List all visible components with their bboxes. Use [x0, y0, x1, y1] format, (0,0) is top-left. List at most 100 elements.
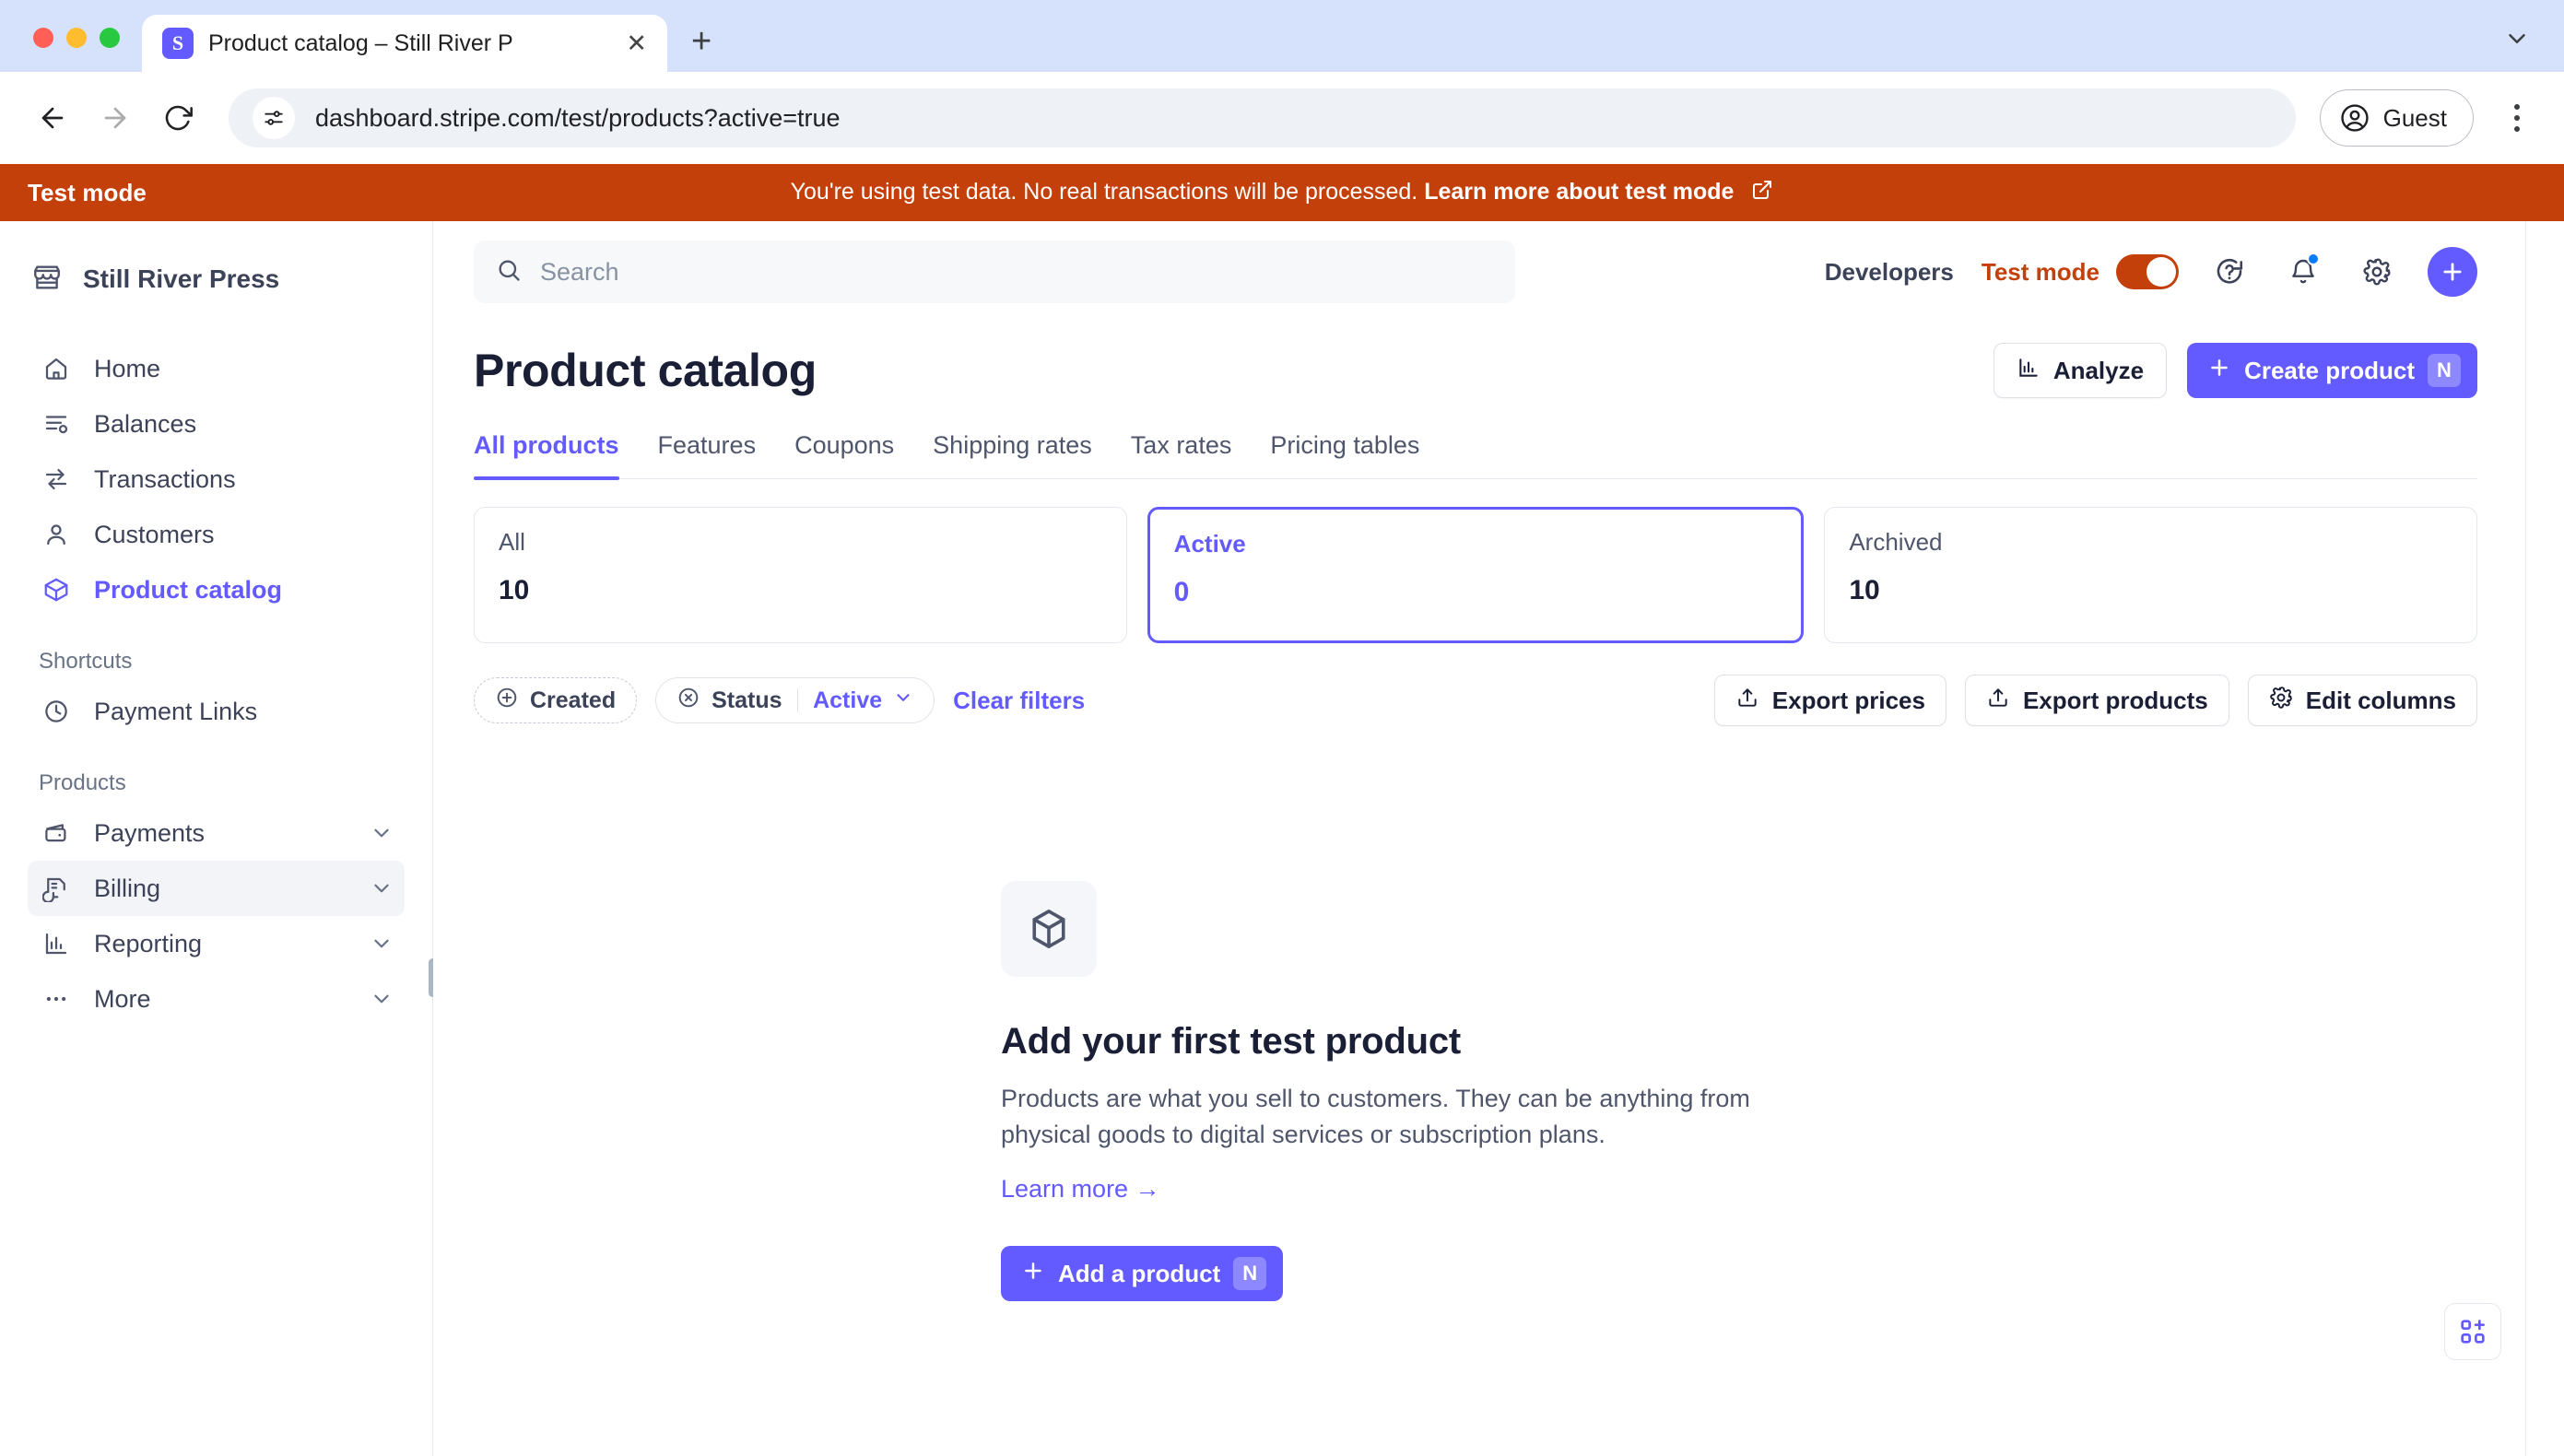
browser-tab-title: Product catalog – Still River P: [208, 29, 513, 56]
chevron-down-icon[interactable]: [893, 687, 913, 714]
balances-icon: [39, 410, 74, 438]
browser-menu-icon[interactable]: [2496, 104, 2538, 132]
chevron-down-icon[interactable]: [370, 932, 394, 956]
create-product-shortcut: N: [2428, 354, 2461, 387]
sidebar-item-product-catalog[interactable]: Product catalog: [28, 562, 405, 617]
chevron-down-icon[interactable]: [370, 821, 394, 845]
window-controls: [0, 28, 120, 72]
learn-more-link[interactable]: Learn more →: [1001, 1175, 1160, 1204]
external-link-icon[interactable]: [1751, 180, 1773, 206]
test-mode-learn-more-link[interactable]: Learn more about test mode: [1424, 179, 1734, 205]
reload-button[interactable]: [151, 91, 205, 145]
status-filter-cards: All 10 Active 0 Archived 10: [474, 507, 2478, 643]
filter-chip-created[interactable]: Created: [474, 677, 638, 723]
more-icon: [39, 985, 74, 1013]
stat-card-all[interactable]: All 10: [474, 507, 1127, 643]
settings-gear-icon[interactable]: [2354, 249, 2400, 295]
help-icon[interactable]: [2206, 249, 2252, 295]
browser-tab[interactable]: S Product catalog – Still River P ✕: [142, 15, 667, 72]
empty-state-description: Products are what you sell to customers.…: [1001, 1084, 1750, 1148]
test-mode-banner: Test mode You're using test data. No rea…: [0, 164, 2564, 221]
clock-icon: [39, 698, 74, 725]
maximize-window-button[interactable]: [100, 28, 120, 48]
developers-link[interactable]: Developers: [1825, 258, 1954, 287]
stripe-favicon-icon: S: [162, 28, 194, 59]
notification-badge: [2307, 252, 2320, 265]
test-mode-toggle-label: Test mode: [1981, 257, 2099, 286]
chevron-down-icon[interactable]: [2503, 25, 2531, 57]
export-products-button[interactable]: Export products: [1964, 675, 2229, 726]
app-topbar: Developers Test mode: [433, 221, 2525, 323]
sidebar-item-home[interactable]: Home: [28, 341, 405, 396]
tab-coupons[interactable]: Coupons: [794, 431, 894, 478]
sidebar-item-more[interactable]: More: [28, 971, 405, 1027]
sidebar-item-label: Reporting: [94, 929, 203, 957]
sidebar-item-transactions[interactable]: Transactions: [28, 452, 405, 507]
create-product-button[interactable]: Create product N: [2187, 343, 2477, 398]
address-bar[interactable]: dashboard.stripe.com/test/products?activ…: [229, 88, 2296, 147]
sidebar-item-label: Home: [94, 354, 161, 382]
sidebar-item-customers[interactable]: Customers: [28, 507, 405, 562]
chevron-down-icon[interactable]: [370, 987, 394, 1011]
stat-card-label: Active: [1173, 530, 1246, 558]
profile-button[interactable]: Guest: [2319, 89, 2474, 147]
add-product-button[interactable]: Add a product N: [1001, 1246, 1284, 1302]
test-mode-toggle[interactable]: Test mode: [1982, 254, 2179, 289]
add-widget-button[interactable]: [2444, 1303, 2501, 1360]
sidebar-group-shortcuts: Shortcuts: [39, 649, 133, 674]
sidebar-item-balances[interactable]: Balances: [28, 396, 405, 452]
right-rail: [2525, 221, 2564, 1456]
product-catalog-icon: [39, 576, 74, 604]
stat-card-archived[interactable]: Archived 10: [1824, 507, 2478, 643]
clear-filters-button[interactable]: Clear filters: [953, 687, 1085, 715]
billing-icon: [39, 875, 74, 902]
filter-chip-status[interactable]: Status Active: [655, 677, 935, 723]
quick-create-button[interactable]: [2428, 247, 2477, 297]
sidebar-item-reporting[interactable]: Reporting: [28, 916, 405, 971]
new-tab-icon[interactable]: +: [691, 24, 712, 59]
forward-button[interactable]: [88, 91, 142, 145]
tab-all-products[interactable]: All products: [474, 431, 619, 480]
test-mode-banner-message: You're using test data. No real transact…: [790, 178, 1418, 205]
browser-toolbar: dashboard.stripe.com/test/products?activ…: [0, 72, 2564, 164]
search-input[interactable]: [540, 257, 1493, 287]
stat-card-label: All: [499, 528, 525, 556]
sidebar-item-payments[interactable]: Payments: [28, 805, 405, 861]
sidebar-item-billing[interactable]: Billing: [28, 861, 405, 916]
stat-card-active[interactable]: Active 0: [1147, 507, 1805, 643]
sidebar: Still River Press Home Balances Transact…: [0, 221, 437, 1456]
back-button[interactable]: [26, 91, 79, 145]
tab-pricing-tables[interactable]: Pricing tables: [1270, 431, 1419, 478]
page-header-actions: Analyze Create product N: [1993, 343, 2477, 398]
close-tab-icon[interactable]: ✕: [626, 30, 647, 56]
edit-columns-button[interactable]: Edit columns: [2247, 675, 2477, 726]
sidebar-item-payment-links[interactable]: Payment Links: [28, 684, 405, 739]
export-icon: [1735, 686, 1759, 716]
analyze-button[interactable]: Analyze: [1993, 343, 2168, 398]
sidebar-item-label: Payment Links: [94, 697, 258, 725]
chevron-down-icon[interactable]: [370, 876, 394, 900]
export-products-label: Export products: [2022, 686, 2208, 714]
add-product-label: Add a product: [1058, 1259, 1221, 1287]
search-box[interactable]: [474, 241, 1515, 303]
export-prices-label: Export prices: [1771, 686, 1925, 714]
table-actions: Export prices Export products Edit colum…: [1713, 675, 2477, 726]
sidebar-item-label: Balances: [94, 409, 197, 438]
tab-tax-rates[interactable]: Tax rates: [1131, 431, 1232, 478]
transactions-icon: [39, 465, 74, 493]
remove-filter-icon[interactable]: [676, 686, 700, 716]
package-icon: [1001, 880, 1097, 977]
test-mode-banner-label: Test mode: [28, 178, 147, 206]
account-switcher[interactable]: Still River Press: [0, 247, 432, 302]
tab-shipping-rates[interactable]: Shipping rates: [933, 431, 1092, 478]
export-prices-button[interactable]: Export prices: [1713, 675, 1947, 726]
tab-features[interactable]: Features: [658, 431, 757, 478]
test-mode-switch[interactable]: [2116, 254, 2179, 289]
minimize-window-button[interactable]: [66, 28, 87, 48]
filter-chip-value: Active: [813, 687, 883, 713]
chart-icon: [2017, 356, 2041, 386]
tab-bar: All products Features Coupons Shipping r…: [474, 431, 2477, 480]
notifications-icon[interactable]: [2280, 249, 2326, 295]
site-settings-icon[interactable]: [253, 97, 295, 139]
close-window-button[interactable]: [33, 28, 53, 48]
